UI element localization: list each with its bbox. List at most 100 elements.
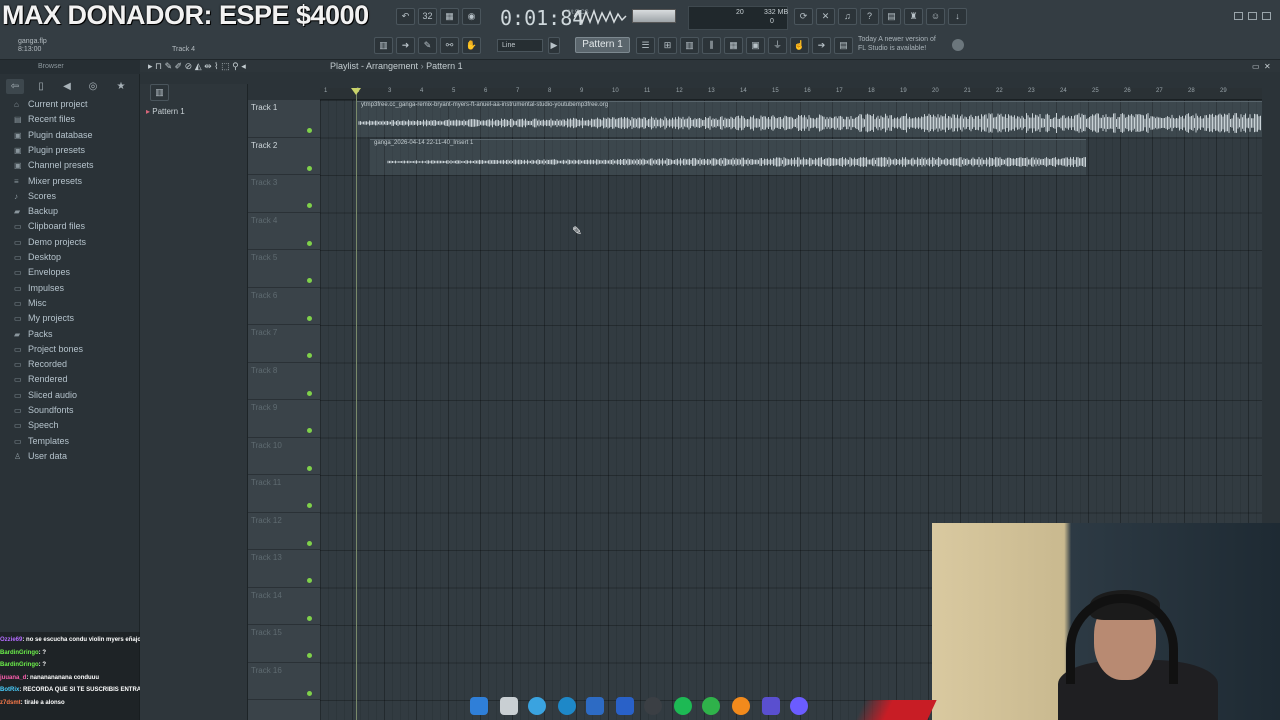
browser-toggle-icon[interactable]: ▦ — [724, 37, 743, 54]
vertical-scrollbar[interactable] — [1262, 84, 1280, 524]
browser-item[interactable]: ▭ Templates — [14, 436, 69, 451]
pattern-selector[interactable]: Pattern 1 — [575, 37, 630, 53]
track-header[interactable]: Track 13 — [248, 550, 320, 588]
track-header[interactable]: Track 7 — [248, 325, 320, 363]
browser-item[interactable]: ▭ Misc — [14, 298, 47, 313]
playlist-pattern[interactable]: Pattern 1 — [426, 61, 463, 71]
store-icon[interactable] — [586, 697, 604, 715]
playlist-close-icon[interactable]: ✕ — [1264, 62, 1271, 71]
track-mute-led-icon[interactable] — [307, 390, 312, 396]
audio-clip[interactable]: ganga_2026-04-14 22-11-40_Insert 1 — [370, 139, 1086, 175]
track-mute-led-icon[interactable] — [307, 315, 312, 321]
slip-icon[interactable]: ⇹ — [204, 61, 214, 71]
browser-item[interactable]: ⌂ Current project — [14, 99, 88, 114]
browser-item[interactable]: ▭ Recorded — [14, 359, 67, 374]
magnet-icon[interactable]: ⊓ — [155, 61, 165, 71]
maximize-icon[interactable] — [1248, 12, 1257, 20]
browser-item[interactable]: ▤ Recent files — [14, 114, 75, 129]
browser-item[interactable]: ♙ User data — [14, 451, 67, 466]
delete-icon[interactable]: ⊘ — [185, 61, 195, 71]
windows-start-icon[interactable] — [470, 697, 488, 715]
master-volume-bar[interactable] — [632, 9, 676, 23]
track-header[interactable]: Track 2 — [248, 138, 320, 175]
news-panel[interactable]: Today A newer version of FL Studio is av… — [858, 35, 936, 53]
track-mute-led-icon[interactable] — [307, 653, 312, 658]
play-icon[interactable]: ▸ — [148, 61, 155, 71]
browser-item[interactable]: ▭ Speech — [14, 420, 59, 435]
track-mute-led-icon[interactable] — [307, 578, 312, 583]
playlist-icon[interactable]: ☰ — [636, 37, 655, 54]
edge-icon[interactable] — [558, 697, 576, 715]
discord-icon[interactable] — [790, 697, 808, 715]
mixer-window-icon[interactable]: ▥ — [680, 37, 699, 54]
browser-item[interactable]: ▣ Channel presets — [14, 160, 94, 175]
cpu-icon[interactable]: ⟳ — [794, 8, 813, 25]
track-mute-led-icon[interactable] — [307, 465, 312, 471]
pattern-item[interactable]: ▸ Pattern 1 — [146, 107, 185, 116]
browser-item[interactable]: ▭ Impulses — [14, 283, 64, 298]
track-mute-led-icon[interactable] — [307, 615, 312, 621]
track-mute-led-icon[interactable] — [307, 428, 312, 433]
browser-item[interactable]: ▰ Packs — [14, 329, 53, 344]
pencil-icon[interactable]: ✎ — [418, 37, 437, 54]
mute-icon[interactable]: ◭ — [195, 61, 204, 71]
arrow-icon[interactable]: ➔ — [812, 37, 831, 54]
update-icon[interactable] — [952, 39, 964, 51]
track-mute-led-icon[interactable] — [307, 540, 312, 546]
cart-icon[interactable]: ▤ — [834, 37, 853, 54]
track-header[interactable]: Track 5 — [248, 250, 320, 288]
plugin-picker-icon[interactable]: ▣ — [746, 37, 765, 54]
file-icon[interactable]: ▯ — [32, 79, 50, 94]
browser-item[interactable]: ♪ Scores — [14, 191, 56, 206]
help-icon[interactable]: ? — [860, 8, 879, 25]
track-header[interactable]: Track 12 — [248, 513, 320, 550]
save-icon[interactable]: ▤ — [882, 8, 901, 25]
target-icon[interactable]: ◎ — [84, 79, 102, 94]
draw-icon[interactable]: ✎ — [165, 61, 175, 71]
back-arrow-icon[interactable]: ⇦ — [6, 79, 24, 94]
pattern-list-icon[interactable]: ▥ — [150, 84, 169, 101]
playhead-marker-icon[interactable] — [351, 88, 361, 95]
track-header[interactable]: Track 14 — [248, 588, 320, 625]
mail-icon[interactable] — [616, 697, 634, 715]
plugin-icon[interactable]: ♜ — [904, 8, 923, 25]
link-icon[interactable]: ⚯ — [440, 37, 459, 54]
browser-item[interactable]: ≡ Mixer presets — [14, 176, 82, 191]
browser-item[interactable]: ▣ Plugin database — [14, 130, 93, 145]
track-mute-led-icon[interactable] — [307, 503, 312, 508]
track-mute-led-icon[interactable] — [307, 240, 312, 246]
track-header[interactable]: Track 9 — [248, 400, 320, 438]
play-pattern-icon[interactable]: ▶ — [548, 37, 560, 54]
metronome-icon[interactable]: ▦ — [440, 8, 459, 25]
fl-studio-icon[interactable] — [732, 697, 750, 715]
snap-select[interactable]: Line — [497, 39, 543, 52]
hand-icon[interactable]: ✋ — [462, 37, 481, 54]
browser-item[interactable]: ▭ Sliced audio — [14, 390, 77, 405]
playback-icon[interactable]: ◂ — [241, 61, 246, 71]
track-header[interactable]: Track 11 — [248, 475, 320, 513]
obs-icon[interactable] — [644, 697, 662, 715]
browser-item[interactable]: ▭ Desktop — [14, 252, 61, 267]
piano-roll-icon[interactable]: ▥ — [374, 37, 393, 54]
browser-item[interactable]: ▭ My projects — [14, 313, 74, 328]
eq-icon[interactable]: ⫼ — [702, 37, 721, 54]
browser-item[interactable]: ▭ Envelopes — [14, 267, 70, 282]
browser-item[interactable]: ▣ Plugin presets — [14, 145, 85, 160]
channel-rack-icon[interactable]: ⊞ — [658, 37, 677, 54]
track-header[interactable]: Track 4 — [248, 213, 320, 250]
track-header[interactable]: Track 15 — [248, 625, 320, 663]
track-mute-led-icon[interactable] — [307, 353, 312, 358]
audio-clip[interactable]: ytmp3free.cc_ganga-remix-bryant-myers-ft… — [357, 101, 1262, 137]
playhead[interactable] — [356, 88, 357, 720]
browser-item[interactable]: ▭ Project bones — [14, 344, 83, 359]
plug-icon[interactable]: ⏚ — [768, 37, 787, 54]
playlist-minimize-icon[interactable]: ▭ — [1252, 62, 1260, 71]
browser-item[interactable]: ▭ Clipboard files — [14, 221, 85, 236]
timeline-ruler[interactable]: 1 2 3 4 5 6 7 8 9 10 11 12 13 14 15 16 17 18 19 20 21 22 23 24 2… — [320, 88, 1262, 100]
download-icon[interactable]: ↓ — [948, 8, 967, 25]
undo-icon[interactable]: ↶ — [396, 8, 415, 25]
track-header[interactable]: Track 6 — [248, 288, 320, 325]
track-mute-led-icon[interactable] — [307, 203, 312, 208]
browser-item[interactable]: ▭ Demo projects — [14, 237, 86, 252]
microphone-icon[interactable]: ♫ — [838, 8, 857, 25]
